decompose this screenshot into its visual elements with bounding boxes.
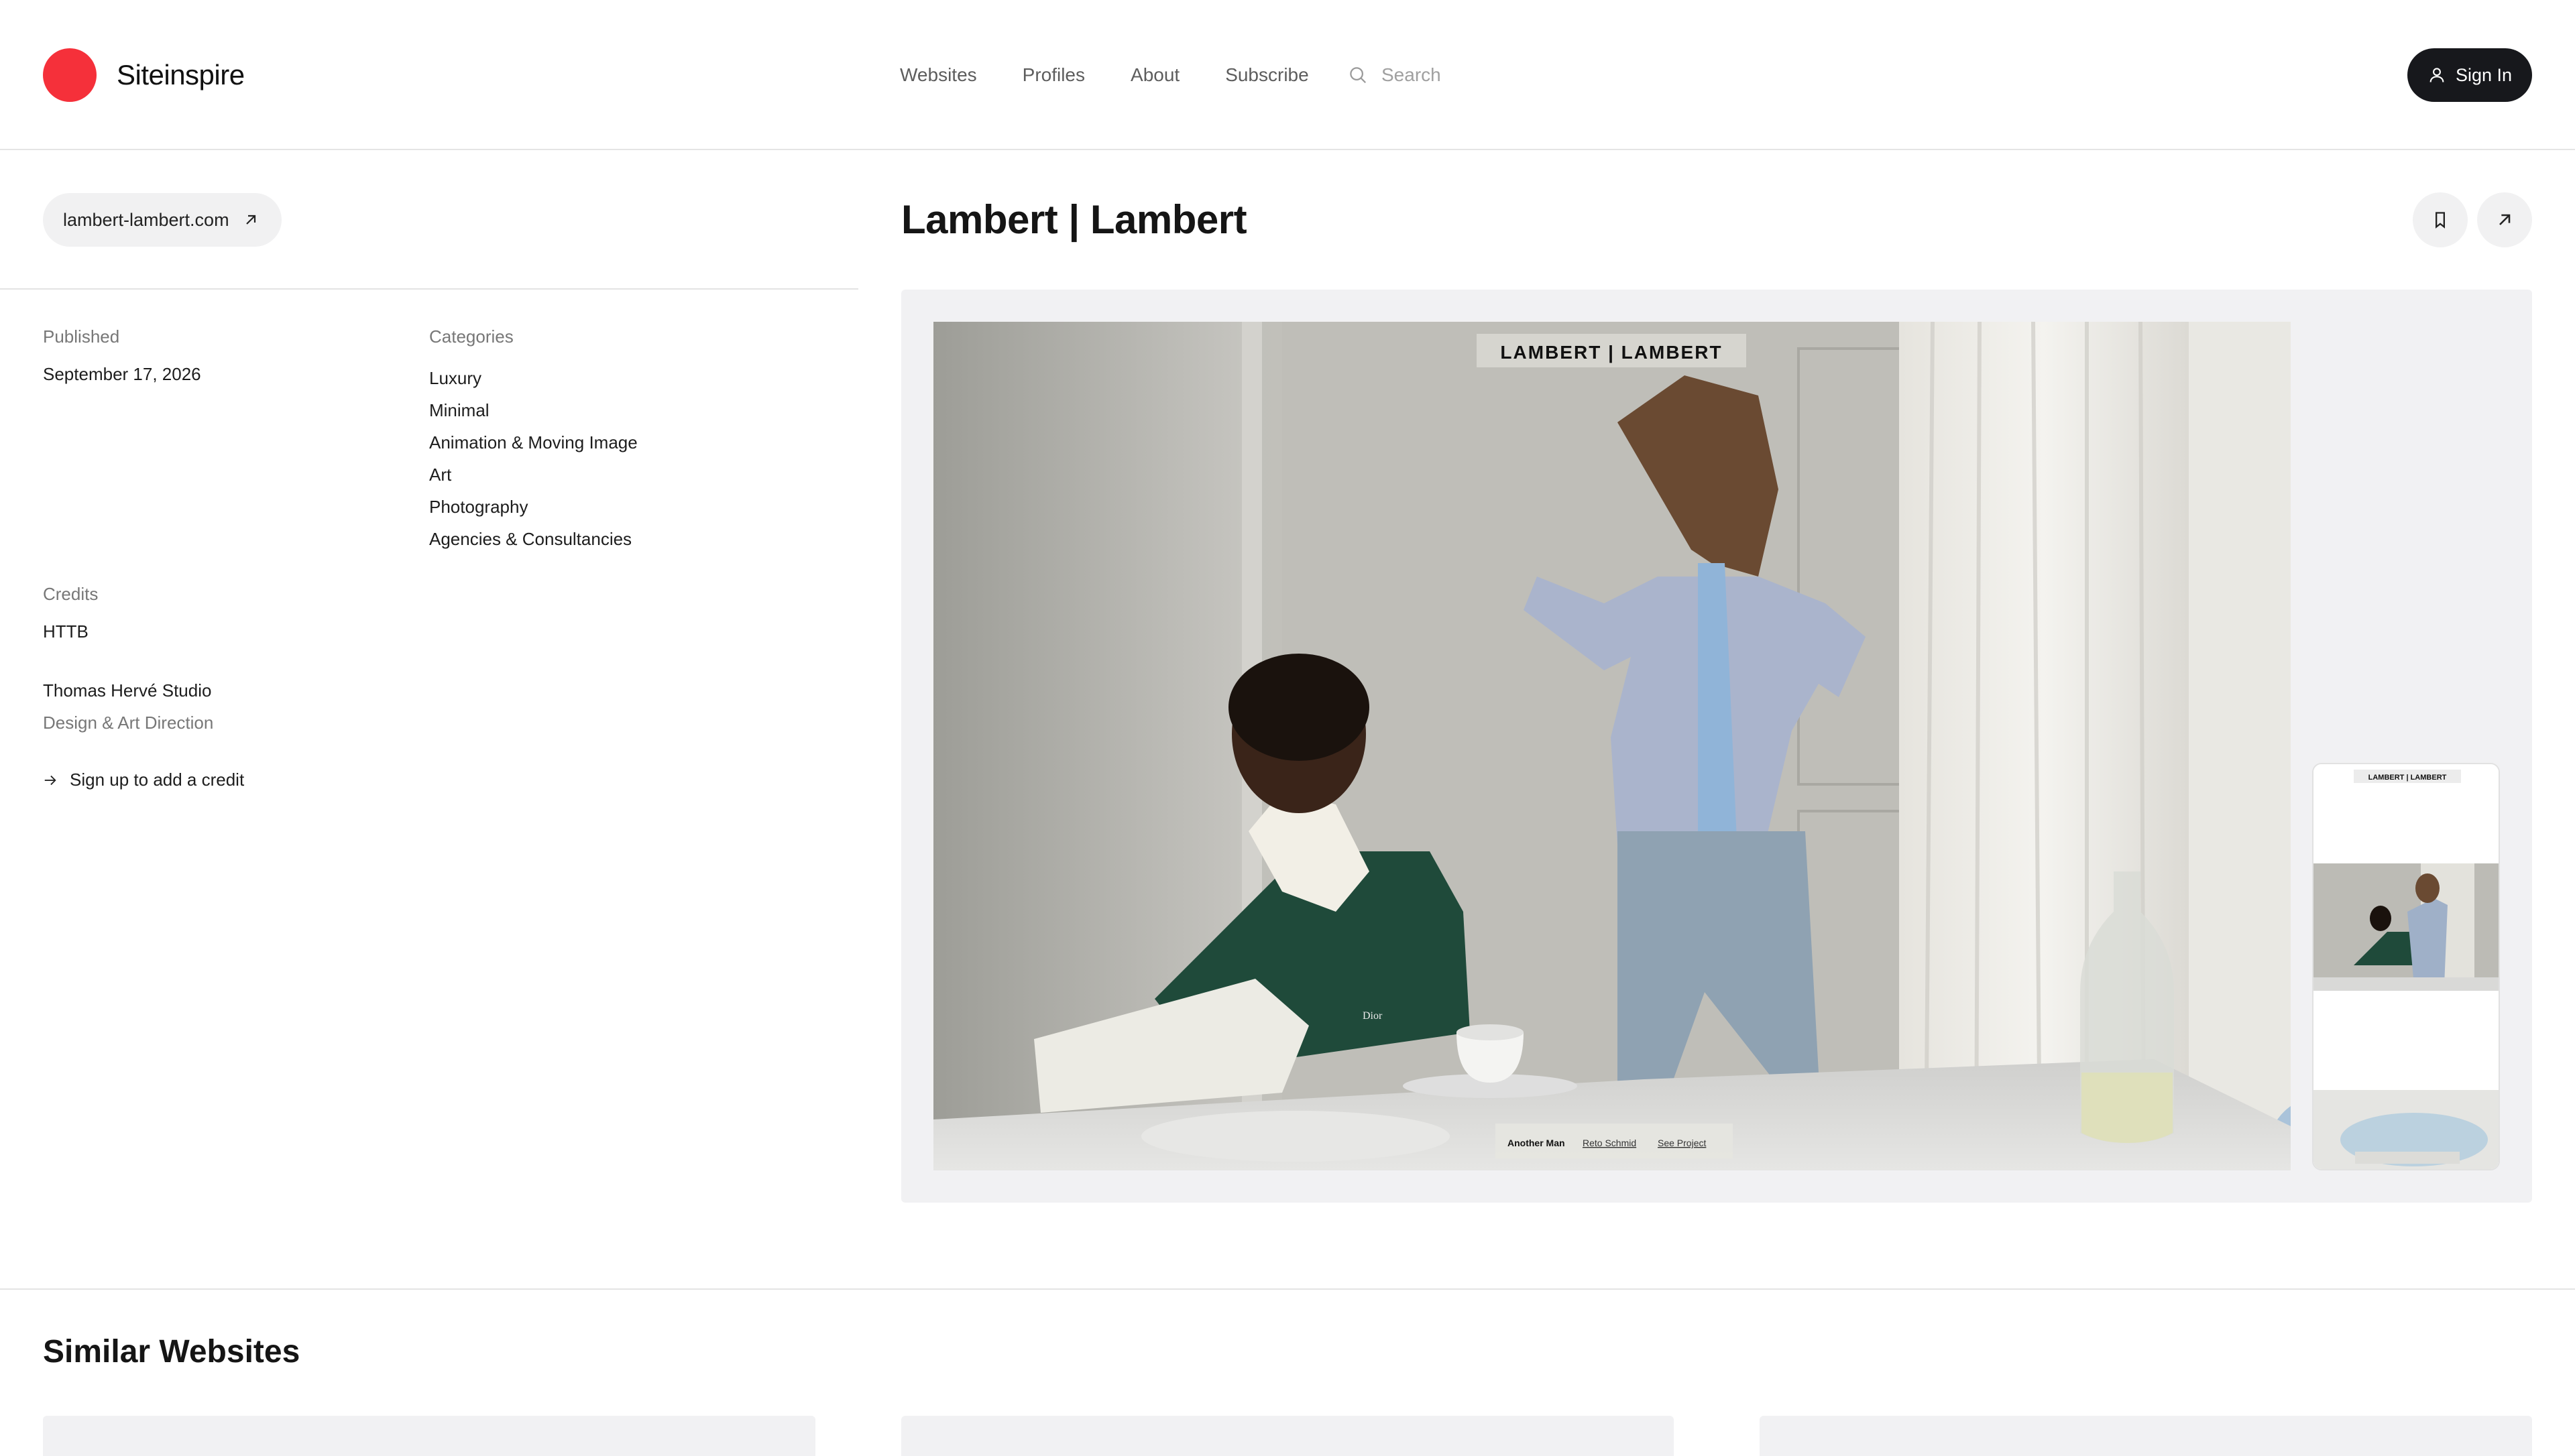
site-url-text: lambert-lambert.com — [63, 209, 229, 230]
similar-site-card[interactable] — [43, 1416, 815, 1456]
search-input[interactable] — [1381, 62, 1556, 88]
desktop-screenshot[interactable]: LAMBERT | LAMBERT Another Man Reto Schmi… — [933, 322, 2291, 1170]
caption-link: See Project — [1658, 1138, 1706, 1148]
brand-name[interactable]: Siteinspire — [117, 56, 245, 94]
page-title: Lambert | Lambert — [901, 197, 1247, 242]
main-nav: Websites Profiles About Subscribe — [900, 62, 1355, 88]
photo-illustration: LAMBERT | LAMBERT Another Man Reto Schmi… — [933, 322, 2291, 1170]
nav-item-subscribe[interactable]: Subscribe — [1225, 62, 1309, 88]
nav-item-profiles[interactable]: Profiles — [1023, 62, 1085, 88]
add-credit-label: Sign up to add a credit — [70, 770, 245, 790]
bookmark-button[interactable] — [2413, 192, 2468, 247]
external-link-icon — [2499, 214, 2511, 225]
similar-site-card[interactable] — [1760, 1416, 2532, 1456]
user-icon — [2429, 68, 2444, 82]
search-box[interactable] — [1348, 62, 1556, 88]
visit-site-button[interactable] — [2477, 192, 2532, 247]
nav-item-about[interactable]: About — [1131, 62, 1180, 88]
site-header: Siteinspire Websites Profiles About Subs… — [0, 0, 2575, 150]
published-date: September 17, 2026 — [43, 364, 201, 384]
left-divider — [0, 288, 858, 290]
nav-item-websites[interactable]: Websites — [900, 62, 977, 88]
site-logo-text: LAMBERT | LAMBERT — [1500, 342, 1722, 363]
category-item[interactable]: Photography — [429, 491, 638, 523]
mobile-illustration: LAMBERT | LAMBERT — [2313, 764, 2499, 1169]
published-label: Published — [43, 326, 120, 347]
credit-name[interactable]: Thomas Hervé Studio — [43, 678, 211, 703]
credit-name[interactable]: HTTB — [43, 619, 89, 644]
similar-site-card[interactable] — [901, 1416, 1674, 1456]
credits-label: Credits — [43, 584, 99, 604]
category-item[interactable]: Minimal — [429, 394, 638, 426]
add-credit-link[interactable]: Sign up to add a credit — [43, 770, 244, 790]
category-list: Luxury Minimal Animation & Moving Image … — [429, 362, 638, 555]
site-preview: LAMBERT | LAMBERT Another Man Reto Schmi… — [901, 290, 2532, 1203]
search-icon — [1350, 67, 1367, 84]
credit-role: Design & Art Direction — [43, 713, 214, 733]
mobile-logo-text: LAMBERT | LAMBERT — [2368, 774, 2447, 782]
category-item[interactable]: Agencies & Consultancies — [429, 523, 638, 555]
sign-in-button[interactable]: Sign In — [2407, 48, 2532, 102]
mobile-screenshot[interactable]: LAMBERT | LAMBERT — [2312, 763, 2500, 1170]
site-url-link[interactable]: lambert-lambert.com — [43, 193, 282, 247]
section-divider — [0, 1288, 2575, 1290]
category-item[interactable]: Luxury — [429, 362, 638, 394]
bookmark-icon — [2436, 212, 2445, 229]
similar-websites-heading: Similar Websites — [43, 1334, 300, 1370]
caption-link: Reto Schmid — [1583, 1138, 1636, 1148]
arrow-right-icon — [44, 775, 56, 785]
external-link-icon — [245, 215, 255, 225]
sweater-logo: Dior — [1363, 1010, 1383, 1022]
sign-in-label: Sign In — [2455, 64, 2513, 85]
category-item[interactable]: Art — [429, 459, 638, 491]
logo-icon[interactable] — [43, 48, 97, 102]
categories-label: Categories — [429, 326, 514, 347]
caption-title: Another Man — [1507, 1138, 1565, 1148]
category-item[interactable]: Animation & Moving Image — [429, 426, 638, 459]
